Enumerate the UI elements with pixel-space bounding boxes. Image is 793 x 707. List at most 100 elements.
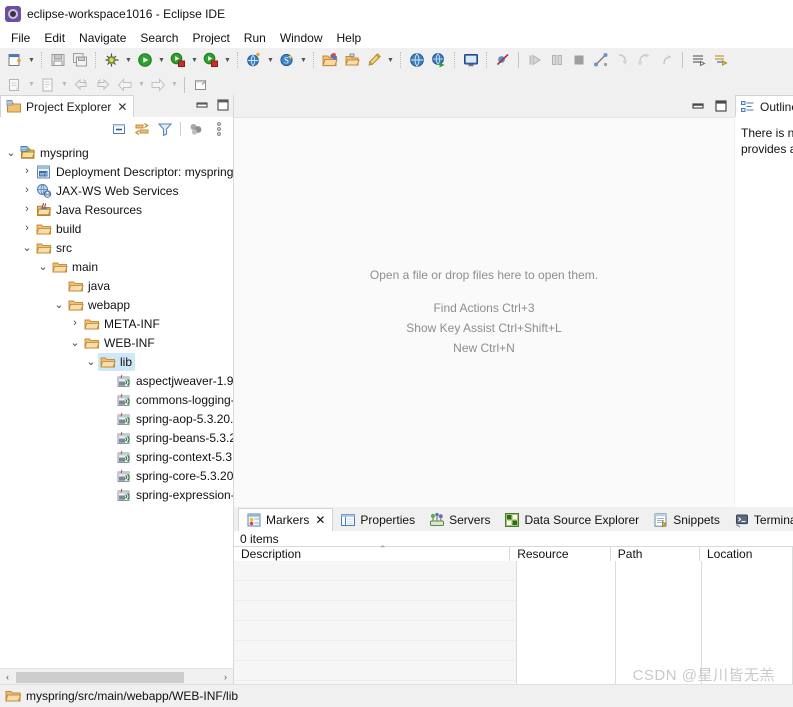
pencil-button[interactable] [363,50,385,70]
tab-markers[interactable]: Markers ✕ [238,508,334,531]
menu-run[interactable]: Run [237,29,273,47]
new-java-class-button[interactable] [4,75,26,95]
minimize-icon[interactable] [195,98,209,115]
menu-help[interactable]: Help [330,29,369,47]
previous-edit-dropdown-arrow[interactable]: ▼ [136,75,147,95]
tree-item-jax-ws-web-services[interactable]: › JAX-WS Web Services [0,181,233,200]
chevron-down-icon[interactable]: ⌄ [52,299,66,310]
tree-item-java-resources[interactable]: › Java Resources [0,200,233,219]
table-row[interactable] [234,641,517,661]
scrollbar-thumb[interactable] [16,672,184,683]
new-spring-dropdown-arrow[interactable]: ▼ [298,50,309,70]
chevron-right-icon[interactable]: › [20,185,34,196]
run-server-dropdown-arrow[interactable]: ▼ [189,50,200,70]
chevron-right-icon[interactable]: › [20,223,34,234]
previous-edit-button[interactable] [114,75,136,95]
column-header-description[interactable]: Description ⌃ [234,544,511,561]
collapse-all-button[interactable] [111,121,127,137]
filter-button[interactable] [157,121,173,137]
editor-empty-state[interactable]: Open a file or drop files here to open t… [234,118,734,507]
maximize-icon[interactable] [216,98,230,115]
pencil-dropdown-arrow[interactable]: ▼ [385,50,396,70]
chevron-down-icon[interactable]: ⌄ [4,147,18,158]
focus-task-button[interactable] [188,121,204,137]
tree-item-web-inf[interactable]: ⌄ WEB-INF [0,333,233,352]
open-folder-button[interactable] [319,50,341,70]
new-web-project-dropdown-arrow[interactable]: ▼ [265,50,276,70]
tree-item-meta-inf[interactable]: › META-INF [0,314,233,333]
view-menu-button[interactable] [211,121,227,137]
chevron-down-icon[interactable]: ⌄ [84,356,98,367]
chevron-right-icon[interactable]: › [20,204,34,215]
new-web-project-button[interactable] [243,50,265,70]
tree-item-webapp[interactable]: ⌄ webapp [0,295,233,314]
tree-item-lib[interactable]: ⌄ lib [0,352,233,371]
debug-dropdown-arrow[interactable]: ▼ [123,50,134,70]
menu-project[interactable]: Project [185,29,236,47]
next-edit-dropdown-arrow[interactable]: ▼ [169,75,180,95]
minimize-icon[interactable] [691,99,705,116]
tree-item-spring-core-5-3-20-j[interactable]: · spring-core-5.3.20.j [0,466,233,485]
suspend-button[interactable] [546,50,568,70]
previous-annotation-button[interactable] [710,50,732,70]
menu-file[interactable]: File [4,29,37,47]
new-java-package-dropdown-arrow[interactable]: ▼ [59,75,70,95]
step-over-button[interactable] [634,50,656,70]
resume-button[interactable] [524,50,546,70]
tab-data-source-explorer[interactable]: Data Source Explorer [497,509,646,531]
tab-project-explorer[interactable]: Project Explorer ✕ [0,95,135,117]
new-wizard-dropdown-arrow[interactable]: ▼ [26,50,37,70]
tab-terminal[interactable]: Terminal [727,509,793,531]
menu-navigate[interactable]: Navigate [72,29,133,47]
chevron-right-icon[interactable]: › [68,318,82,329]
tab-outline[interactable]: Outline [735,95,793,117]
column-header-location[interactable]: Location [700,547,793,561]
tree-item-aspectjweaver-1-9-7[interactable]: · aspectjweaver-1.9.7 [0,371,233,390]
tree-item-spring-aop-5-3-20-ja[interactable]: · spring-aop-5.3.20.ja [0,409,233,428]
debug-button[interactable] [101,50,123,70]
tree-item-spring-context-5-3-2[interactable]: · spring-context-5.3.2 [0,447,233,466]
toggle-perspective-button[interactable] [190,75,212,95]
tree-item-build[interactable]: › build [0,219,233,238]
disconnect-button[interactable] [590,50,612,70]
table-row[interactable] [234,561,517,581]
close-icon[interactable]: ✕ [315,513,325,527]
save-button[interactable] [47,50,69,70]
tree-item-deployment-descriptor-myspring[interactable]: › xml Deployment Descriptor: myspring [0,162,233,181]
tab-snippets[interactable]: Snippets [646,509,727,531]
maximize-icon[interactable] [714,99,728,116]
tree-item-spring-beans-5-3-20[interactable]: · spring-beans-5.3.20 [0,428,233,447]
open-box-button[interactable] [341,50,363,70]
tree-item-java[interactable]: · java [0,276,233,295]
close-icon[interactable]: ✕ [117,100,127,114]
terminate-button[interactable] [568,50,590,70]
project-explorer-horizontal-scrollbar[interactable]: ‹ › [0,668,233,685]
stop-server-dropdown-arrow[interactable]: ▼ [222,50,233,70]
stop-server-button[interactable] [200,50,222,70]
chevron-down-icon[interactable]: ⌄ [20,242,34,253]
tree-item-spring-expression-5[interactable]: · spring-expression-5 [0,485,233,504]
globe-person-button[interactable] [428,50,450,70]
tree-item-main[interactable]: ⌄ main [0,257,233,276]
column-header-resource[interactable]: Resource [510,547,611,561]
save-all-button[interactable] [69,50,91,70]
skip-breakpoints-button[interactable] [492,50,514,70]
table-row[interactable] [234,661,517,681]
step-into-button[interactable] [612,50,634,70]
forward-history-button[interactable] [92,75,114,95]
tree-item-myspring[interactable]: ⌄ myspring [0,143,233,162]
table-row[interactable] [234,581,517,601]
new-wizard-button[interactable] [4,50,26,70]
chevron-down-icon[interactable]: ⌄ [36,261,50,272]
column-header-path[interactable]: Path [611,547,700,561]
next-annotation-button[interactable] [688,50,710,70]
menu-window[interactable]: Window [273,29,330,47]
chevron-down-icon[interactable]: ⌄ [68,337,82,348]
table-row[interactable] [234,621,517,641]
tab-servers[interactable]: Servers [422,509,497,531]
new-spring-button[interactable]: S [276,50,298,70]
tab-properties[interactable]: Properties [333,509,422,531]
menu-search[interactable]: Search [133,29,185,47]
next-edit-button[interactable] [147,75,169,95]
new-java-class-dropdown-arrow[interactable]: ▼ [26,75,37,95]
